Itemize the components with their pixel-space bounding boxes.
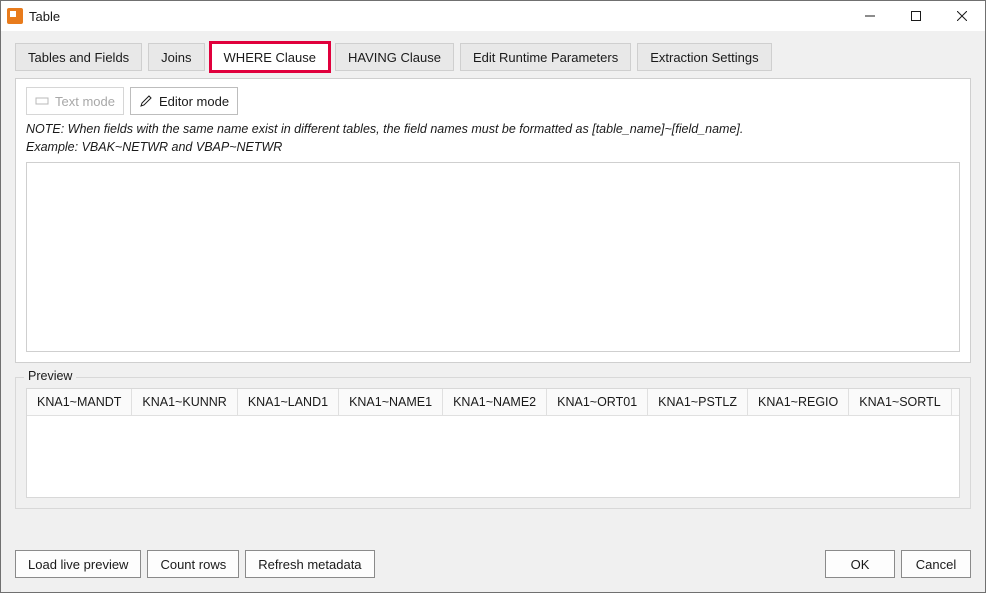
pencil-icon — [139, 94, 153, 108]
count-rows-button[interactable]: Count rows — [147, 550, 239, 578]
tab-label: Joins — [161, 50, 191, 65]
note-line-1: NOTE: When fields with the same name exi… — [26, 121, 960, 139]
button-label: Cancel — [916, 557, 956, 572]
tab-edit-runtime-parameters[interactable]: Edit Runtime Parameters — [460, 43, 631, 71]
column-header[interactable]: KNA1~MANDT — [27, 389, 132, 416]
window-controls — [847, 1, 985, 31]
tab-label: Edit Runtime Parameters — [473, 50, 618, 65]
tab-where-clause[interactable]: WHERE Clause — [211, 43, 329, 71]
column-header[interactable]: KNA1~STRA — [952, 389, 960, 416]
maximize-button[interactable] — [893, 1, 939, 31]
minimize-button[interactable] — [847, 1, 893, 31]
note-line-2: Example: VBAK~NETWR and VBAP~NETWR — [26, 139, 960, 157]
ok-button[interactable]: OK — [825, 550, 895, 578]
preview-legend: Preview — [24, 369, 76, 383]
button-label: Load live preview — [28, 557, 128, 572]
tab-tables-and-fields[interactable]: Tables and Fields — [15, 43, 142, 71]
table-dialog: Table Tables and Fields Joins WHERE Clau… — [0, 0, 986, 593]
button-label: Count rows — [160, 557, 226, 572]
load-live-preview-button[interactable]: Load live preview — [15, 550, 141, 578]
tab-strip: Tables and Fields Joins WHERE Clause HAV… — [15, 43, 971, 71]
tab-label: Extraction Settings — [650, 50, 758, 65]
footer-buttons: Load live preview Count rows Refresh met… — [15, 550, 971, 578]
tab-label: Tables and Fields — [28, 50, 129, 65]
preview-table[interactable]: KNA1~MANDT KNA1~KUNNR KNA1~LAND1 KNA1~NA… — [26, 388, 960, 498]
editor-mode-button[interactable]: Editor mode — [130, 87, 238, 115]
refresh-metadata-button[interactable]: Refresh metadata — [245, 550, 374, 578]
where-clause-editor[interactable] — [26, 162, 960, 352]
tab-panel-where-clause: Text mode Editor mode NOTE: When fields … — [15, 78, 971, 363]
app-icon — [7, 8, 23, 24]
column-header[interactable]: KNA1~NAME1 — [339, 389, 443, 416]
button-label: Refresh metadata — [258, 557, 361, 572]
tab-label: HAVING Clause — [348, 50, 441, 65]
text-mode-icon — [35, 94, 49, 108]
titlebar: Table — [1, 1, 985, 31]
text-mode-label: Text mode — [55, 94, 115, 109]
tab-extraction-settings[interactable]: Extraction Settings — [637, 43, 771, 71]
column-header[interactable]: KNA1~PSTLZ — [648, 389, 748, 416]
tab-label: WHERE Clause — [224, 50, 316, 65]
column-header[interactable]: KNA1~SORTL — [849, 389, 951, 416]
tab-having-clause[interactable]: HAVING Clause — [335, 43, 454, 71]
button-label: OK — [851, 557, 870, 572]
column-header[interactable]: KNA1~KUNNR — [132, 389, 237, 416]
column-header[interactable]: KNA1~ORT01 — [547, 389, 648, 416]
column-header[interactable]: KNA1~NAME2 — [443, 389, 547, 416]
close-button[interactable] — [939, 1, 985, 31]
column-header[interactable]: KNA1~REGIO — [748, 389, 849, 416]
column-header[interactable]: KNA1~LAND1 — [238, 389, 339, 416]
preview-group: Preview KNA1~MANDT KNA1~KUNNR KNA1~LAND1… — [15, 377, 971, 509]
tab-joins[interactable]: Joins — [148, 43, 204, 71]
cancel-button[interactable]: Cancel — [901, 550, 971, 578]
text-mode-button: Text mode — [26, 87, 124, 115]
format-note: NOTE: When fields with the same name exi… — [26, 121, 960, 156]
editor-mode-label: Editor mode — [159, 94, 229, 109]
window-title: Table — [29, 9, 60, 24]
